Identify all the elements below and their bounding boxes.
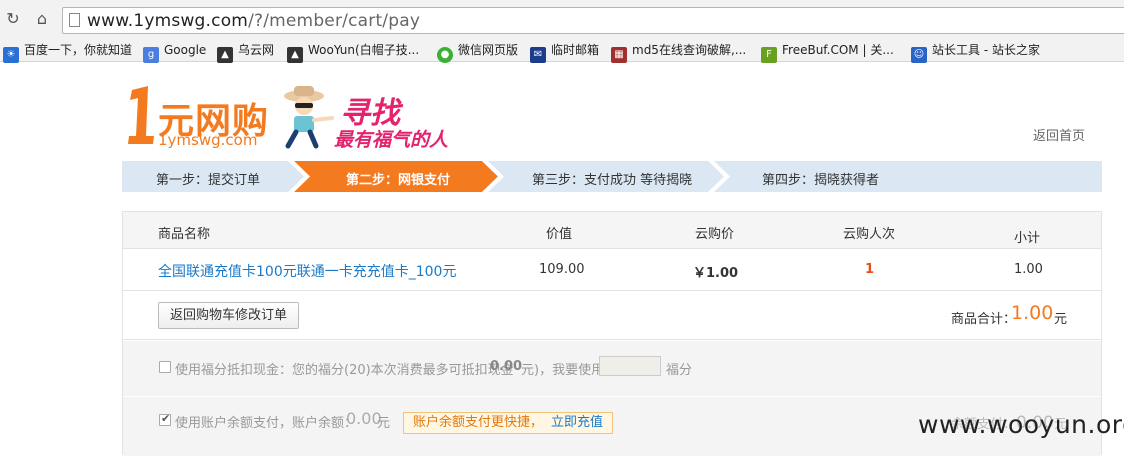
checkout-steps: 第一步：提交订单 第二步：网银支付 第三步：支付成功 等待揭晓 第四步：揭晓获得…: [122, 161, 1102, 192]
col-price: 云购价: [695, 227, 735, 242]
points-unit: 福分: [666, 363, 693, 378]
total-unit: 元: [1054, 312, 1068, 327]
recharge-tip: 账户余额支付更快捷， 立即充值: [403, 412, 614, 434]
url-host: www.1ymswg.com: [87, 11, 249, 31]
bookmark-item[interactable]: ✉ 临时邮箱: [530, 41, 600, 63]
bookmark-item[interactable]: g Google: [143, 41, 207, 63]
bookmark-label: 百度一下，你就知道: [24, 43, 133, 57]
table-row: 全国联通充值卡100元联通一卡充充值卡_100元 109.00 ￥1.00 1 …: [123, 250, 1101, 291]
grid-icon: ▦: [611, 47, 627, 63]
slogan-sub: 最有福气的人: [334, 129, 449, 151]
google-icon: g: [143, 47, 159, 63]
points-text: 使用福分抵扣现金：您的福分(20)本次消费最多可抵扣现金: [175, 363, 514, 378]
freebuf-icon: F: [761, 47, 777, 63]
total-value: 1.00: [1011, 302, 1054, 324]
wooyun-icon: ▲: [287, 47, 303, 63]
wooyun-icon: ▲: [217, 47, 233, 63]
back-to-cart-button[interactable]: 返回购物车修改订单: [158, 302, 299, 329]
product-price: ￥1.00: [693, 266, 739, 281]
paw-icon: ☀: [3, 47, 19, 63]
bookmark-item[interactable]: ▲ 乌云网: [217, 41, 275, 63]
bookmark-item[interactable]: ☺ 站长工具 - 站长之家: [911, 41, 1040, 63]
bookmark-item[interactable]: ▲ WooYun(白帽子技...: [287, 41, 420, 63]
logo-subtitle: 1ymswg.com: [158, 131, 258, 149]
back-home-link[interactable]: 返回首页: [1033, 125, 1085, 144]
step-1: 第一步：提交订单: [156, 173, 261, 188]
summary-row: 返回购物车修改订单 商品合计： 1.00 元: [123, 292, 1101, 340]
bookmark-item[interactable]: ☀ 百度一下，你就知道: [3, 41, 133, 63]
bookmark-label: 临时邮箱: [551, 43, 600, 57]
recharge-link[interactable]: 立即充值: [551, 415, 603, 430]
total-label: 商品合计：: [951, 312, 1017, 327]
table-header: 商品名称 价值 云购价 云购人次 小计: [123, 212, 1101, 249]
step-3: 第三步：支付成功 等待揭晓: [532, 173, 693, 188]
col-subtotal: 小计: [1014, 231, 1041, 246]
bookmark-item[interactable]: ● 微信网页版: [437, 41, 519, 63]
bookmark-label: 乌云网: [238, 43, 275, 57]
bookmark-label: WooYun(白帽子技...: [308, 43, 420, 57]
product-link[interactable]: 全国联通充值卡100元联通一卡充充值卡_100元: [158, 261, 456, 281]
points-checkbox[interactable]: [159, 361, 171, 373]
page-icon: [69, 13, 80, 27]
product-value: 109.00: [539, 262, 585, 277]
mail-icon: ✉: [530, 47, 546, 63]
address-bar[interactable]: www.1ymswg.com/?/member/cart/pay: [62, 7, 1124, 34]
step-4: 第四步：揭晓获得者: [762, 173, 880, 188]
tip-text: 账户余额支付更快捷，: [413, 415, 544, 430]
wechat-icon: ●: [437, 47, 453, 63]
mascot-icon: [284, 86, 334, 149]
balance-text: 使用账户余额支付，账户余额：: [175, 416, 358, 431]
home-icon[interactable]: ⌂: [33, 10, 51, 28]
points-option-row: 使用福分抵扣现金：您的福分(20)本次消费最多可抵扣现金 0.00 元)，我要使…: [123, 341, 1101, 397]
step-2-active: 第二步：网银支付: [346, 173, 451, 188]
bookmark-label: FreeBuf.COM | 关...: [782, 43, 894, 57]
points-tail-text: 元)，我要使用: [521, 363, 605, 378]
bookmark-label: md5在线查询破解,...: [632, 43, 747, 57]
browser-toolbar: ↻ ⌂ www.1ymswg.com/?/member/cart/pay: [0, 0, 1124, 38]
reload-icon[interactable]: ↻: [4, 10, 22, 28]
points-input[interactable]: [599, 356, 661, 376]
bookmark-item[interactable]: F FreeBuf.COM | 关...: [761, 41, 894, 63]
bookmark-item[interactable]: ▦ md5在线查询破解,...: [611, 41, 747, 63]
points-cash-value: 0.00: [490, 359, 523, 374]
col-value: 价值: [546, 227, 573, 242]
bookmark-label: 微信网页版: [458, 43, 519, 57]
balance-unit: 元: [377, 416, 391, 431]
logo-digit-one[interactable]: [124, 84, 158, 146]
bookmark-label: 站长工具 - 站长之家: [932, 43, 1040, 57]
watermark: www.wooyun.org: [918, 410, 1124, 439]
chinaz-icon: ☺: [911, 47, 927, 63]
col-product-name: 商品名称: [158, 227, 211, 242]
bookmark-label: Google: [164, 43, 207, 57]
bookmarks-bar: ☀ 百度一下，你就知道 g Google ▲ 乌云网 ▲ WooYun(白帽子技... …: [0, 38, 1124, 63]
url-path: /?/member/cart/pay: [248, 11, 421, 31]
url-text: www.1ymswg.com/?/member/cart/pay: [87, 11, 420, 31]
product-count: 1: [865, 262, 875, 277]
balance-checkbox[interactable]: [159, 412, 171, 426]
col-count: 云购人次: [843, 227, 896, 242]
product-subtotal: 1.00: [1014, 262, 1043, 277]
